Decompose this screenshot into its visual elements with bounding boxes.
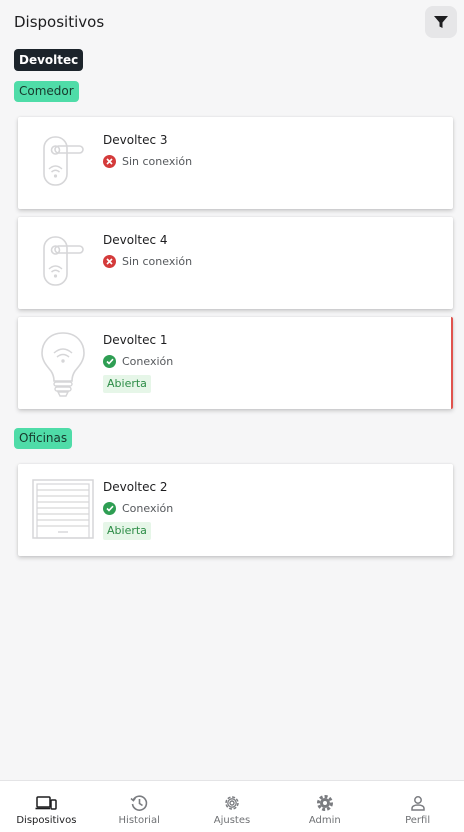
profile-icon: [407, 794, 429, 812]
device-status: Sin conexión: [103, 155, 192, 168]
settings-icon: [221, 794, 243, 812]
connected-icon: [103, 502, 116, 515]
device-card-devoltec-1[interactable]: Devoltec 1 Conexión Abierta: [18, 317, 453, 409]
devices-icon: [35, 794, 58, 812]
device-name: Devoltec 2: [103, 480, 168, 494]
nav-label: Admin: [308, 815, 341, 826]
device-status: Conexión: [103, 355, 173, 368]
admin-gear-icon: [314, 794, 336, 812]
device-state-badge: Abierta: [103, 522, 151, 540]
device-name: Devoltec 3: [103, 133, 168, 147]
nav-admin[interactable]: Admin: [278, 781, 371, 832]
app-header: Dispositivos: [0, 0, 464, 44]
brand-badge: Devoltec: [14, 49, 84, 71]
nav-label: Ajustes: [213, 815, 251, 826]
filter-icon: [434, 16, 448, 28]
device-status-text: Sin conexión: [122, 255, 193, 268]
device-status: Sin conexión: [103, 255, 192, 268]
garage-door-icon: [32, 478, 94, 540]
device-name: Devoltec 4: [103, 233, 168, 247]
nav-label: Perfil: [405, 815, 431, 826]
offline-icon: [103, 255, 116, 268]
nav-label: Dispositivos: [16, 815, 77, 826]
device-status-text: Conexión: [122, 502, 174, 515]
nav-perfil[interactable]: Perfil: [371, 781, 464, 832]
group-badge-comedor: Comedor: [14, 81, 79, 102]
nav-dispositivos[interactable]: Dispositivos: [0, 781, 93, 832]
device-status: Conexión: [103, 502, 173, 515]
device-name: Devoltec 1: [103, 333, 168, 347]
bottom-nav: Dispositivos Historial Ajustes Admin Per…: [0, 780, 464, 832]
device-state-badge: Abierta: [103, 375, 151, 393]
door-handle-icon: [30, 129, 100, 199]
nav-historial[interactable]: Historial: [93, 781, 186, 832]
device-card-devoltec-2[interactable]: Devoltec 2 Conexión Abierta: [18, 464, 453, 556]
offline-icon: [103, 155, 116, 168]
filter-button[interactable]: [425, 6, 457, 38]
device-status-text: Sin conexión: [122, 155, 193, 168]
page-title: Dispositivos: [14, 13, 105, 31]
nav-ajustes[interactable]: Ajustes: [186, 781, 279, 832]
device-card-devoltec-4[interactable]: Devoltec 4 Sin conexión: [18, 217, 453, 309]
door-handle-icon: [30, 229, 100, 299]
bulb-icon: [30, 329, 100, 399]
device-card-devoltec-3[interactable]: Devoltec 3 Sin conexión: [18, 117, 453, 209]
group-badge-oficinas: Oficinas: [14, 428, 73, 449]
connected-icon: [103, 355, 116, 368]
history-icon: [128, 794, 150, 812]
device-status-text: Conexión: [122, 355, 174, 368]
nav-label: Historial: [118, 815, 160, 826]
